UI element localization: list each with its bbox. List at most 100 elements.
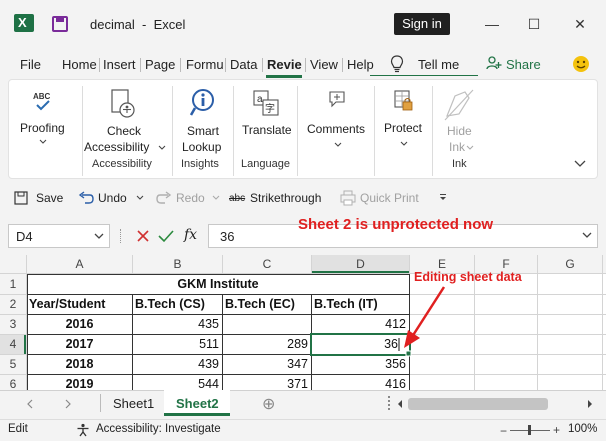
qat-undo-button[interactable]: Undo bbox=[98, 191, 127, 205]
collapse-ribbon-icon[interactable] bbox=[574, 160, 586, 168]
smart-lookup-icon bbox=[189, 89, 214, 116]
tab-help[interactable]: Help bbox=[347, 57, 374, 72]
column-header-a[interactable]: A bbox=[27, 256, 132, 273]
row-header-5[interactable]: 5 bbox=[0, 356, 26, 373]
print-icon[interactable] bbox=[340, 190, 356, 206]
save-icon[interactable] bbox=[14, 191, 28, 205]
zoom-in-icon[interactable]: + bbox=[553, 423, 560, 437]
data-cell[interactable]: 289 bbox=[223, 334, 308, 354]
undo-icon[interactable] bbox=[78, 191, 94, 205]
tab-split-handle[interactable] bbox=[388, 396, 390, 410]
hide-ink-label-1[interactable]: Hide bbox=[447, 124, 472, 138]
h-scroll-left-icon[interactable] bbox=[396, 399, 404, 409]
data-cell[interactable]: 439 bbox=[133, 354, 219, 374]
header-cell[interactable]: B.Tech (EC) bbox=[225, 294, 311, 314]
check-accessibility-label-2[interactable]: Accessibility bbox=[84, 140, 149, 154]
hide-ink-label-2[interactable]: Ink bbox=[449, 140, 465, 154]
row-header-2[interactable]: 2 bbox=[0, 296, 26, 313]
tell-me-search[interactable]: Tell me bbox=[418, 57, 459, 72]
row-header-6[interactable]: 6 bbox=[0, 376, 26, 390]
header-cell[interactable]: B.Tech (IT) bbox=[314, 294, 409, 314]
zoom-out-icon[interactable]: − bbox=[500, 424, 507, 438]
tab-data[interactable]: Data bbox=[230, 57, 257, 72]
column-header-d[interactable]: D bbox=[312, 256, 409, 273]
qat-quick-print-button[interactable]: Quick Print bbox=[360, 191, 419, 205]
tab-review[interactable]: Revie bbox=[267, 57, 302, 72]
header-cell[interactable]: Year/Student bbox=[29, 294, 132, 314]
minimize-button[interactable]: — bbox=[478, 10, 506, 38]
qat-redo-button[interactable]: Redo bbox=[176, 191, 205, 205]
save-icon[interactable] bbox=[52, 16, 68, 32]
data-cell[interactable]: 371 bbox=[223, 374, 308, 390]
customize-toolbar-icon[interactable] bbox=[438, 193, 448, 202]
tab-view[interactable]: View bbox=[310, 57, 338, 72]
group-label-insights: Insights bbox=[181, 158, 219, 170]
zoom-slider-thumb[interactable] bbox=[528, 425, 531, 435]
row-header-4[interactable]: 4 bbox=[0, 336, 26, 353]
protect-button[interactable]: Protect bbox=[384, 121, 422, 135]
year-cell[interactable]: 2018 bbox=[27, 354, 132, 374]
column-header-g[interactable]: G bbox=[538, 256, 602, 273]
tab-divider bbox=[140, 58, 141, 72]
chevron-down-icon[interactable] bbox=[136, 195, 144, 201]
data-cell[interactable] bbox=[223, 314, 308, 334]
cancel-icon[interactable] bbox=[136, 229, 150, 243]
data-cell[interactable]: 435 bbox=[133, 314, 219, 334]
smiley-feedback-icon[interactable] bbox=[572, 55, 590, 73]
year-cell[interactable]: 2016 bbox=[27, 314, 132, 334]
column-header-c[interactable]: C bbox=[223, 256, 311, 273]
enter-check-icon[interactable] bbox=[158, 229, 174, 243]
header-cell[interactable]: B.Tech (CS) bbox=[135, 294, 222, 314]
row-header-1[interactable]: 1 bbox=[0, 276, 26, 293]
annotation-note: Editing sheet data bbox=[414, 270, 522, 284]
qat-save-button[interactable]: Save bbox=[36, 191, 63, 205]
chevron-down-icon[interactable] bbox=[212, 195, 220, 201]
tell-me-underline bbox=[370, 75, 478, 76]
data-cell[interactable]: 412 bbox=[312, 314, 406, 334]
row-header-3[interactable]: 3 bbox=[0, 316, 26, 333]
share-button[interactable]: Share bbox=[506, 57, 541, 72]
scroll-left-icon[interactable] bbox=[26, 399, 34, 409]
data-cell[interactable]: 511 bbox=[133, 334, 219, 354]
data-cell[interactable]: 347 bbox=[223, 354, 308, 374]
active-cell-d4[interactable]: 36 bbox=[312, 334, 398, 354]
close-button[interactable]: ✕ bbox=[566, 10, 594, 38]
tab-insert[interactable]: Insert bbox=[103, 57, 136, 72]
tab-formulas[interactable]: Formu bbox=[186, 57, 224, 72]
strikethrough-icon: abc bbox=[229, 193, 246, 204]
data-cell[interactable]: 544 bbox=[133, 374, 219, 390]
table-title-cell[interactable]: GKM Institute bbox=[27, 274, 409, 294]
check-accessibility-label-1[interactable]: Check bbox=[107, 124, 141, 138]
tab-file[interactable]: File bbox=[20, 57, 41, 72]
year-cell[interactable]: 2017 bbox=[27, 334, 132, 354]
maximize-button[interactable]: ☐ bbox=[520, 10, 548, 38]
tab-divider bbox=[225, 58, 226, 72]
sign-in-button[interactable]: Sign in bbox=[394, 13, 450, 35]
column-header-b[interactable]: B bbox=[133, 256, 222, 273]
smart-lookup-label-1[interactable]: Smart bbox=[187, 124, 219, 138]
active-tab-indicator bbox=[266, 75, 302, 78]
redo-icon[interactable] bbox=[156, 191, 172, 205]
insert-function-button[interactable]: fx bbox=[184, 227, 197, 243]
chevron-down-icon[interactable] bbox=[94, 233, 104, 240]
zoom-level[interactable]: 100% bbox=[568, 423, 597, 435]
h-scroll-right-icon[interactable] bbox=[586, 399, 594, 409]
sheet-tab-sheet2[interactable]: Sheet2 bbox=[176, 396, 219, 411]
tab-divider bbox=[342, 58, 343, 72]
qat-strikethrough-button[interactable]: Strikethrough bbox=[250, 191, 321, 205]
smart-lookup-label-2[interactable]: Lookup bbox=[182, 140, 221, 154]
year-cell[interactable]: 2019 bbox=[27, 374, 132, 390]
comments-button[interactable]: Comments bbox=[307, 122, 365, 136]
status-accessibility[interactable]: Accessibility: Investigate bbox=[96, 423, 221, 435]
data-cell[interactable]: 356 bbox=[312, 354, 406, 374]
add-sheet-button[interactable]: ⊕ bbox=[262, 394, 275, 414]
scroll-right-icon[interactable] bbox=[64, 399, 72, 409]
expand-formula-bar-icon[interactable] bbox=[582, 232, 592, 239]
tab-page-layout[interactable]: Page bbox=[145, 57, 175, 72]
sheet-tab-sheet1[interactable]: Sheet1 bbox=[113, 396, 154, 411]
tab-home[interactable]: Home bbox=[62, 57, 97, 72]
proofing-button[interactable]: Proofing bbox=[20, 121, 65, 135]
data-cell[interactable]: 416 bbox=[312, 374, 406, 390]
translate-button[interactable]: Translate bbox=[242, 123, 292, 137]
horizontal-scrollbar-thumb[interactable] bbox=[408, 398, 548, 410]
